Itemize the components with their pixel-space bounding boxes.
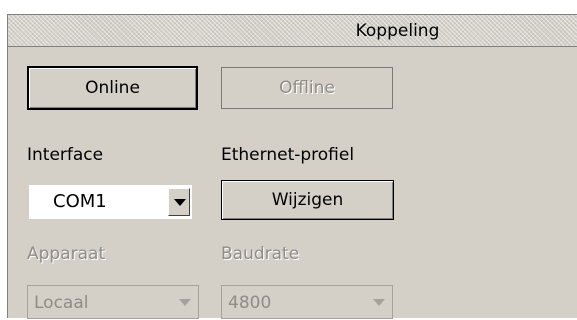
panel-titlebar: Koppeling xyxy=(8,15,577,47)
interface-select[interactable]: COM1 xyxy=(29,185,192,219)
chevron-down-icon xyxy=(373,299,385,306)
baudrate-select-value: 4800 xyxy=(228,293,272,313)
chevron-down-icon xyxy=(179,299,191,306)
interface-dropdown-button[interactable] xyxy=(168,188,190,216)
wijzigen-button[interactable]: Wijzigen xyxy=(221,180,394,220)
chevron-down-icon xyxy=(174,199,186,206)
baudrate-select[interactable]: 4800 xyxy=(221,285,393,319)
baudrate-label: Baudrate xyxy=(221,244,300,264)
panel-title: Koppeling xyxy=(355,21,440,41)
apparaat-label: Apparaat xyxy=(27,244,106,264)
apparaat-dropdown-button[interactable] xyxy=(174,289,196,317)
online-button[interactable]: Online xyxy=(27,66,198,110)
ethernet-profile-label: Ethernet-profiel xyxy=(221,145,355,165)
apparaat-select-value: Locaal xyxy=(34,293,89,313)
apparaat-select[interactable]: Locaal xyxy=(27,285,199,319)
interface-select-value[interactable]: COM1 xyxy=(29,185,166,219)
interface-label: Interface xyxy=(27,145,104,165)
offline-button[interactable]: Offline xyxy=(221,67,393,109)
koppeling-panel: Koppeling Online Offline Interface Ether… xyxy=(7,14,577,319)
baudrate-dropdown-button[interactable] xyxy=(368,289,390,317)
